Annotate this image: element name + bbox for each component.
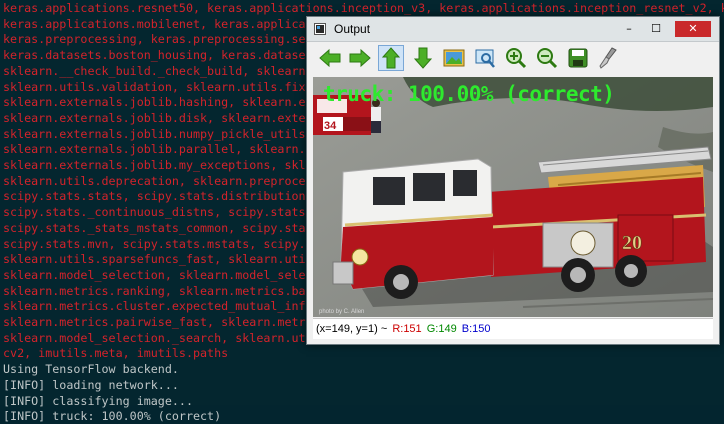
arrow-left-icon[interactable] bbox=[317, 45, 343, 71]
image-canvas[interactable]: 34 20 photo by C. Allen truck: 100.00% (… bbox=[313, 77, 713, 317]
fire-truck-photo: 34 20 photo by C. Allen bbox=[313, 77, 713, 317]
terminal-log-line: Using TensorFlow backend. bbox=[3, 362, 179, 377]
terminal-line: cv2, imutils.meta, imutils.paths bbox=[3, 346, 229, 361]
terminal-line: sklearn.utils.deprecation, sklearn.prepr… bbox=[3, 173, 306, 188]
terminal-log-line: [INFO] truck: 100.00% (correct) bbox=[3, 409, 222, 424]
close-button[interactable]: ✕ bbox=[675, 21, 711, 37]
zoom-fit-icon[interactable] bbox=[472, 45, 498, 71]
brush-icon[interactable] bbox=[595, 45, 621, 71]
image-toolbar bbox=[307, 42, 719, 76]
terminal-line: sklearn.externals.joblib.numpy_pickle_ut… bbox=[3, 126, 306, 141]
window-titlebar[interactable]: Output – ☐ ✕ bbox=[307, 17, 719, 42]
terminal-line: scipy.stats._stats_mstats_common, scipy.… bbox=[3, 220, 306, 235]
status-bar: (x=149, y=1) ~ R:151 G:149 B:150 bbox=[313, 318, 713, 339]
terminal-line: keras.applications.resnet50, keras.appli… bbox=[3, 1, 724, 15]
terminal-line: sklearn.__check_build._check_build, skle… bbox=[3, 63, 306, 78]
terminal-line: sklearn.externals.joblib.hashing, sklear… bbox=[3, 95, 306, 110]
maximize-button[interactable]: ☐ bbox=[646, 21, 666, 37]
terminal-log-line: [INFO] loading network... bbox=[3, 377, 179, 392]
image-icon[interactable] bbox=[441, 45, 467, 71]
terminal-line: keras.datasets.boston_housing, keras.dat… bbox=[3, 48, 306, 63]
cursor-coords: (x=149, y=1) ~ bbox=[316, 323, 388, 335]
arrow-right-icon[interactable] bbox=[347, 45, 373, 71]
red-value: R:151 bbox=[392, 323, 422, 335]
terminal-line: sklearn.externals.joblib.disk, sklearn.e… bbox=[3, 110, 306, 125]
photo-credit: photo by C. Allen bbox=[319, 309, 364, 315]
terminal-line: sklearn.model_selection._search, sklearn… bbox=[3, 330, 306, 345]
window-title: Output bbox=[334, 22, 371, 36]
zoom-out-icon[interactable] bbox=[534, 45, 560, 71]
arrow-up-icon[interactable] bbox=[378, 45, 404, 71]
truck-number: 20 bbox=[622, 232, 642, 254]
terminal-line: scipy.stats.mvn, scipy.stats.mstats, sci… bbox=[3, 236, 306, 251]
terminal-line: sklearn.metrics.cluster.expected_mutual_… bbox=[3, 299, 306, 314]
prediction-label: truck: 100.00% (correct) bbox=[323, 82, 615, 106]
output-window[interactable]: Output – ☐ ✕ 34 20 photo by C. Allen tru… bbox=[306, 16, 720, 345]
terminal-line: keras.applications.mobilenet, keras.appl… bbox=[3, 16, 341, 31]
green-value: G:149 bbox=[426, 323, 457, 335]
blue-value: B:150 bbox=[461, 323, 491, 335]
terminal-line: scipy.stats.stats, scipy.stats.distribut… bbox=[3, 189, 306, 204]
terminal-line: scipy.stats._continuous_distns, scipy.st… bbox=[3, 205, 306, 220]
terminal-line: sklearn.utils.sparsefuncs_fast, sklearn.… bbox=[3, 252, 306, 267]
terminal-line: sklearn.metrics.ranking, sklearn.metrics… bbox=[3, 283, 306, 298]
arrow-down-icon[interactable] bbox=[410, 45, 436, 71]
terminal-line: sklearn.model_selection, sklearn.model_s… bbox=[3, 267, 306, 282]
small-truck-number: 34 bbox=[324, 120, 337, 132]
terminal-line: sklearn.externals.joblib.parallel, sklea… bbox=[3, 142, 306, 157]
terminal-line: keras.preprocessing, keras.preprocessing… bbox=[3, 32, 306, 47]
terminal-log-line: [INFO] classifying image... bbox=[3, 393, 193, 408]
terminal-line: sklearn.metrics.pairwise_fast, sklearn.m… bbox=[3, 315, 306, 329]
app-icon bbox=[314, 23, 326, 35]
minimize-button[interactable]: – bbox=[619, 21, 639, 37]
terminal-line: sklearn.utils.validation, sklearn.utils.… bbox=[3, 79, 306, 94]
terminal-line: sklearn.externals.joblib.my_exceptions, … bbox=[3, 158, 306, 172]
save-icon[interactable] bbox=[565, 45, 591, 71]
zoom-in-icon[interactable] bbox=[503, 45, 529, 71]
